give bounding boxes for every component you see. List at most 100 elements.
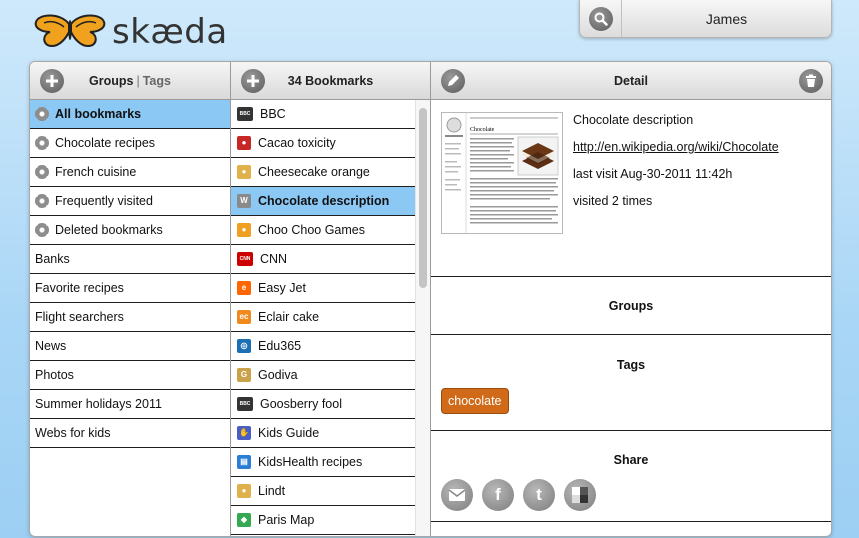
last-visit-text: last visit Aug-30-2011 11:42h [573, 167, 733, 181]
bbc-favicon: BBC [237, 107, 253, 121]
godiva-favicon: G [237, 368, 251, 382]
bookmark-item-bbc[interactable]: BBC BBC [231, 100, 416, 129]
bookmark-name: Chocolate description [573, 113, 694, 127]
group-item-all-bookmarks[interactable]: All bookmarks [30, 100, 230, 129]
document-favicon: ▤ [237, 455, 251, 469]
bookmark-item-label: Eclair cake [258, 310, 320, 324]
bookmark-item-eclair-cake[interactable]: ec Eclair cake [231, 303, 416, 332]
delicious-share-button[interactable] [564, 479, 596, 511]
maps-favicon: ◆ [237, 513, 251, 527]
bookmark-item-kids-guide[interactable]: ✋ Kids Guide [231, 419, 416, 448]
bookmarks-header: 34 Bookmarks [231, 62, 430, 100]
group-item-label: Summer holidays 2011 [35, 397, 162, 411]
bookmark-item-kidshealth-recipes[interactable]: ▤ KidsHealth recipes [231, 448, 416, 477]
bookmark-item-godiva[interactable]: G Godiva [231, 361, 416, 390]
tags-tab[interactable]: Tags [143, 74, 171, 88]
group-item-label: Chocolate recipes [55, 136, 156, 150]
email-icon [448, 489, 466, 501]
bookmarks-scrollbar[interactable] [415, 100, 430, 536]
plus-icon [46, 75, 58, 87]
group-item-label: Favorite recipes [35, 281, 124, 295]
share-section: Share f t [431, 431, 831, 522]
search-button[interactable] [580, 0, 622, 37]
group-item-label: News [35, 339, 67, 353]
group-item-deleted-bookmarks[interactable]: Deleted bookmarks [30, 216, 230, 245]
group-item-flight-searchers[interactable]: Flight searchers [30, 303, 230, 332]
bookmark-item-cheesecake-orange[interactable]: ● Cheesecake orange [231, 158, 416, 187]
edit-button[interactable] [441, 69, 465, 93]
groups-section: Groups [431, 277, 831, 335]
group-item-webs-for-kids[interactable]: Webs for kids [30, 419, 230, 448]
detail-title: Detail [613, 73, 649, 88]
share-section-title: Share [613, 453, 649, 467]
bookmarks-list: BBC BBC ● Cacao toxicity ● Cheesecake orange W… [231, 100, 430, 535]
bookmark-item-cacao-toxicity[interactable]: ● Cacao toxicity [231, 129, 416, 158]
bookmark-item-label: Cheesecake orange [258, 165, 370, 179]
group-item-label: Photos [35, 368, 74, 382]
bookmark-item-label: Edu365 [258, 339, 302, 353]
group-item-frequently-visited[interactable]: Frequently visited [30, 187, 230, 216]
group-item-summer-holidays-2011[interactable]: Summer holidays 2011 [30, 390, 230, 419]
user-bar: James [579, 0, 832, 38]
bookmark-item-label: Goosberry fool [260, 397, 342, 411]
group-item-chocolate-recipes[interactable]: Chocolate recipes [30, 129, 230, 158]
delicious-icon [572, 487, 588, 503]
bookmark-item-paris-map[interactable]: ◆ Paris Map [231, 506, 416, 535]
bookmark-item-label: CNN [260, 252, 288, 266]
scrollbar-thumb[interactable] [419, 108, 427, 288]
group-item-label: All bookmarks [55, 107, 142, 121]
group-item-photos[interactable]: Photos [30, 361, 230, 390]
group-item-favorite-recipes[interactable]: Favorite recipes [30, 274, 230, 303]
search-icon[interactable] [588, 6, 613, 31]
group-item-news[interactable]: News [30, 332, 230, 361]
edu365-favicon: ◎ [237, 339, 251, 353]
bookmark-item-label: BBC [260, 107, 286, 121]
bookmark-info: Chocolate description http://en.wikipedi… [573, 113, 779, 221]
group-item-label: French cuisine [55, 165, 137, 179]
bookmark-item-easy-jet[interactable]: e Easy Jet [231, 274, 416, 303]
group-item-label: Banks [35, 252, 70, 266]
bookmark-item-edu365[interactable]: ◎ Edu365 [231, 332, 416, 361]
page-thumbnail[interactable]: Chocolate [441, 112, 563, 234]
easyjet-favicon: e [237, 281, 251, 295]
bookmarks-column: 34 Bookmarks BBC BBC ● Cacao toxicity ● Chees… [231, 62, 431, 536]
bookmark-item-lindt[interactable]: ● Lindt [231, 477, 416, 506]
games-favicon: ● [237, 223, 251, 237]
group-item-banks[interactable]: Banks [30, 245, 230, 274]
bookmark-item-label: Cacao toxicity [258, 136, 336, 150]
bookmark-item-label: Lindt [258, 484, 286, 498]
bookmark-item-choo-choo-games[interactable]: ● Choo Choo Games [231, 216, 416, 245]
groups-list: All bookmarks Chocolate recipes French cui… [30, 100, 230, 448]
share-buttons: f t [441, 479, 596, 511]
group-item-label: Flight searchers [35, 310, 124, 324]
coin-favicon: ● [237, 165, 251, 179]
bookmark-item-label: Paris Map [258, 513, 315, 527]
twitter-share-button[interactable]: t [523, 479, 555, 511]
group-item-label: Frequently visited [55, 194, 153, 208]
plus-icon [247, 75, 259, 87]
title-separator: | [136, 73, 140, 88]
gear-icon [35, 194, 49, 208]
facebook-share-button[interactable]: f [482, 479, 514, 511]
bookmark-item-label: KidsHealth recipes [258, 455, 363, 469]
bookmark-item-label: Chocolate description [258, 194, 390, 208]
tags-section: Tags chocolate [431, 335, 831, 431]
bbc-favicon: BBC [237, 397, 253, 411]
tag-chip[interactable]: chocolate [441, 388, 509, 414]
email-share-button[interactable] [441, 479, 473, 511]
add-bookmark-button[interactable] [241, 69, 265, 93]
bookmark-item-chocolate-description[interactable]: W Chocolate description [231, 187, 416, 216]
gear-icon [35, 136, 49, 150]
main-panel: Groups | Tags All bookmarks Chocolate recip… [29, 61, 832, 537]
bookmark-item-goosberry-fool[interactable]: BBC Goosberry fool [231, 390, 416, 419]
facebook-icon: f [495, 485, 501, 504]
user-name[interactable]: James [622, 11, 831, 27]
group-item-french-cuisine[interactable]: French cuisine [30, 158, 230, 187]
bookmark-url-link[interactable]: http://en.wikipedia.org/wiki/Chocolate [573, 140, 779, 154]
eclair-favicon: ec [237, 310, 251, 324]
delete-button[interactable] [799, 69, 823, 93]
bookmark-item-cnn[interactable]: CNN CNN [231, 245, 416, 274]
groups-tab[interactable]: Groups [89, 74, 133, 88]
skaeda-logo[interactable]: skæda [34, 14, 228, 50]
add-group-button[interactable] [40, 69, 64, 93]
